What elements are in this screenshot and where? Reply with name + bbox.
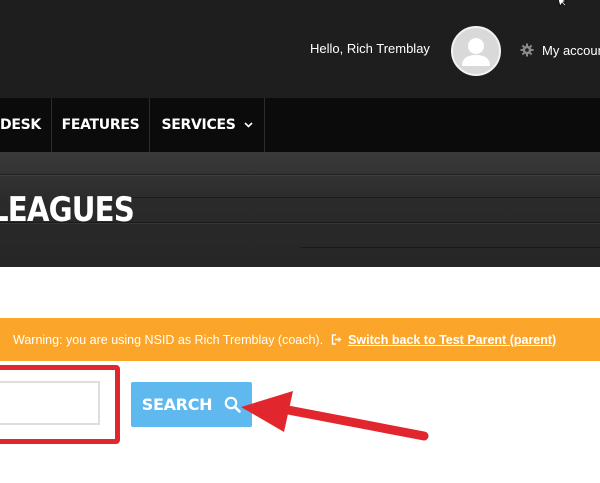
nav-item-desk[interactable]: DESK [0, 98, 52, 152]
page-banner: LEAGUES [0, 152, 600, 267]
sign-out-icon [331, 334, 342, 345]
my-account-label: My account [542, 42, 600, 58]
gear-icon [520, 43, 534, 57]
nav-item-services[interactable]: SERVICES [150, 98, 265, 152]
search-icon [224, 396, 242, 413]
impersonation-warning: Warning: you are using NSID as Rich Trem… [0, 318, 600, 361]
annotation-highlight-box [0, 365, 120, 444]
nav-item-label: DESK [0, 117, 41, 133]
search-button[interactable]: SEARCH [131, 382, 252, 427]
warning-message: Warning: you are using NSID as Rich Trem… [13, 332, 324, 347]
page-title: LEAGUES [0, 190, 135, 230]
avatar[interactable] [451, 26, 501, 76]
cursor-icon [558, 0, 567, 7]
nav-item-label: FEATURES [61, 117, 140, 133]
main-nav: DESK FEATURES SERVICES [0, 98, 600, 152]
chevron-down-icon [243, 122, 253, 128]
search-button-label: SEARCH [141, 395, 213, 414]
user-greeting: Hello, Rich Tremblay [310, 41, 430, 56]
nav-item-features[interactable]: FEATURES [52, 98, 150, 152]
nav-item-label: SERVICES [161, 117, 236, 133]
avatar-icon [462, 38, 490, 66]
switch-back-label: Switch back to Test Parent (parent) [348, 332, 557, 347]
switch-back-link[interactable]: Switch back to Test Parent (parent) [331, 333, 556, 347]
my-account-link[interactable]: My account [520, 40, 600, 60]
top-bar: Hello, Rich Tremblay My account [0, 0, 600, 98]
